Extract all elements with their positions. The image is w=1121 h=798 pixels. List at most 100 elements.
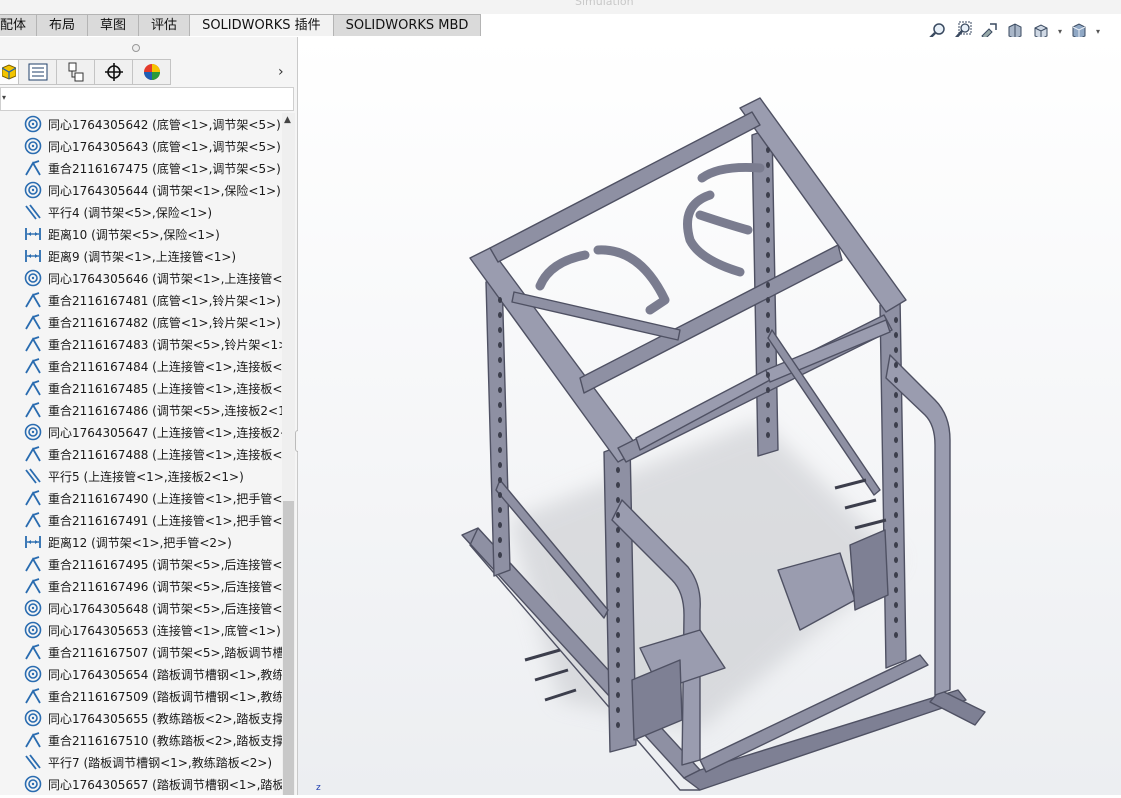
- mate-row[interactable]: 重合2116167496 (调节架<5>,后连接管<1: [0, 575, 282, 597]
- mate-row[interactable]: 平行7 (踏板调节槽钢<1>,教练踏板<2>): [0, 751, 282, 773]
- pin-hole: [498, 357, 502, 363]
- pin-hole: [766, 387, 770, 393]
- pin-hole: [616, 557, 620, 563]
- mate-row[interactable]: 重合2116167484 (上连接管<1>,连接板<1: [0, 355, 282, 377]
- mate-row[interactable]: 同心1764305647 (上连接管<1>,连接板2<: [0, 421, 282, 443]
- coincident-mate-icon: [24, 159, 48, 177]
- pin-hole: [766, 147, 770, 153]
- mate-row[interactable]: 重合2116167482 (底管<1>,铃片架<1>): [0, 311, 282, 333]
- pin-hole: [766, 402, 770, 408]
- mate-row[interactable]: 同心1764305655 (教练踏板<2>,踏板支撑管: [0, 707, 282, 729]
- mate-row[interactable]: 平行5 (上连接管<1>,连接板2<1>): [0, 465, 282, 487]
- coincident-mate-icon: [24, 357, 48, 375]
- pin-hole: [894, 497, 898, 503]
- mate-row[interactable]: 重合2116167491 (上连接管<1>,把手管<2: [0, 509, 282, 531]
- pin-hole: [894, 407, 898, 413]
- pin-hole: [498, 462, 502, 468]
- tree-vertical-scrollbar[interactable]: ▲: [282, 113, 295, 795]
- display-manager-icon[interactable]: [133, 59, 171, 85]
- mate-row[interactable]: 重合2116167510 (教练踏板<2>,踏板支撑管: [0, 729, 282, 751]
- tree-filter-field[interactable]: ▾: [0, 87, 294, 111]
- mate-label: 同心1764305646 (调节架<1>,上连接管<1: [48, 271, 282, 286]
- mate-label: 重合2116167475 (底管<1>,调节架<5>): [48, 161, 281, 176]
- mate-row[interactable]: 同心1764305648 (调节架<5>,后连接管<1: [0, 597, 282, 619]
- panel-expand-arrow-icon[interactable]: ›: [278, 64, 284, 80]
- coincident-mate-icon: [24, 335, 48, 353]
- pin-hole: [498, 417, 502, 423]
- mate-row[interactable]: 重合2116167488 (上连接管<1>,连接板<1: [0, 443, 282, 465]
- mate-row[interactable]: 距离10 (调节架<5>,保险<1>): [0, 223, 282, 245]
- mate-row[interactable]: 同心1764305653 (连接管<1>,底管<1>): [0, 619, 282, 641]
- pin-hole: [616, 482, 620, 488]
- pin-hole: [766, 207, 770, 213]
- mate-row[interactable]: 距离12 (调节架<1>,把手管<2>): [0, 531, 282, 553]
- mate-label: 重合2116167484 (上连接管<1>,连接板<1: [48, 359, 282, 374]
- mate-label: 平行7 (踏板调节槽钢<1>,教练踏板<2>): [48, 755, 273, 770]
- mate-row[interactable]: 重合2116167481 (底管<1>,铃片架<1>): [0, 289, 282, 311]
- mate-row[interactable]: 同心1764305643 (底管<1>,调节架<5>): [0, 135, 282, 157]
- mate-row[interactable]: 同心1764305642 (底管<1>,调节架<5>): [0, 113, 282, 135]
- mate-row[interactable]: 平行4 (调节架<5>,保险<1>): [0, 201, 282, 223]
- pin-hole: [894, 482, 898, 488]
- mate-row[interactable]: 同心1764305644 (调节架<1>,保险<1>): [0, 179, 282, 201]
- pin-hole: [766, 357, 770, 363]
- pin-hole: [766, 342, 770, 348]
- pin-hole: [498, 402, 502, 408]
- mate-label: 距离9 (调节架<1>,上连接管<1>): [48, 249, 237, 264]
- mate-row[interactable]: 重合2116167507 (调节架<5>,踏板调节槽钢: [0, 641, 282, 663]
- feature-manager-icon[interactable]: [0, 59, 19, 85]
- parallel-mate-icon: [24, 467, 48, 485]
- mate-row[interactable]: 同心1764305646 (调节架<1>,上连接管<1: [0, 267, 282, 289]
- panel-grip-icon[interactable]: [132, 44, 140, 52]
- mate-label: 同心1764305643 (底管<1>,调节架<5>): [48, 139, 281, 154]
- mate-row[interactable]: 重合2116167485 (上连接管<1>,连接板<1: [0, 377, 282, 399]
- pin-hole: [616, 587, 620, 593]
- mate-label: 重合2116167482 (底管<1>,铃片架<1>): [48, 315, 281, 330]
- pin-hole: [498, 552, 502, 558]
- tab-evaluate[interactable]: 评估: [138, 14, 191, 36]
- property-manager-icon[interactable]: [19, 59, 57, 85]
- dimxpert-manager-icon[interactable]: [95, 59, 133, 85]
- mate-label: 同心1764305654 (踏板调节槽钢<1>,教练踏: [48, 667, 282, 682]
- pin-hole: [894, 347, 898, 353]
- mate-label: 平行5 (上连接管<1>,连接板2<1>): [48, 469, 244, 484]
- mate-label: 同心1764305647 (上连接管<1>,连接板2<: [48, 425, 282, 440]
- pin-hole: [616, 632, 620, 638]
- pin-hole: [894, 617, 898, 623]
- filter-dropdown-icon[interactable]: ▾: [2, 93, 6, 102]
- mate-row[interactable]: 同心1764305657 (踏板调节槽钢<1>,踏板支: [0, 773, 282, 795]
- mate-row[interactable]: 重合2116167483 (调节架<5>,铃片架<1>): [0, 333, 282, 355]
- pin-hole: [498, 492, 502, 498]
- tab-solidworks-mbd[interactable]: SOLIDWORKS MBD: [332, 14, 482, 36]
- tab-sketch[interactable]: 草图: [87, 14, 140, 36]
- pin-hole: [616, 602, 620, 608]
- tab-assembly[interactable]: 配体: [0, 14, 38, 36]
- mate-row[interactable]: 重合2116167486 (调节架<5>,连接板2<1>: [0, 399, 282, 421]
- tab-layout[interactable]: 布局: [36, 14, 89, 36]
- pin-hole: [616, 467, 620, 473]
- tab-solidworks-addins[interactable]: SOLIDWORKS 插件: [189, 14, 334, 36]
- pin-hole: [766, 222, 770, 228]
- mate-label: 重合2116167483 (调节架<5>,铃片架<1>): [48, 337, 282, 352]
- coincident-mate-icon: [24, 291, 48, 309]
- mate-row[interactable]: 重合2116167475 (底管<1>,调节架<5>): [0, 157, 282, 179]
- graphics-area[interactable]: z: [298, 37, 1121, 795]
- concentric-mate-icon: [24, 137, 48, 155]
- mate-row[interactable]: 同心1764305654 (踏板调节槽钢<1>,教练踏: [0, 663, 282, 685]
- pin-hole: [498, 387, 502, 393]
- scrollbar-thumb[interactable]: [283, 501, 294, 795]
- coincident-mate-icon: [24, 555, 48, 573]
- mate-row[interactable]: 重合2116167495 (调节架<5>,后连接管<1: [0, 553, 282, 575]
- distance-mate-icon: [24, 225, 48, 243]
- concentric-mate-icon: [24, 621, 48, 639]
- pin-hole: [894, 317, 898, 323]
- mate-row[interactable]: 重合2116167509 (踏板调节槽钢<1>,教练踏: [0, 685, 282, 707]
- mate-row[interactable]: 重合2116167490 (上连接管<1>,把手管<2: [0, 487, 282, 509]
- mate-label: 重合2116167509 (踏板调节槽钢<1>,教练踏: [48, 689, 282, 704]
- concentric-mate-icon: [24, 665, 48, 683]
- mate-row[interactable]: 距离9 (调节架<1>,上连接管<1>): [0, 245, 282, 267]
- configuration-manager-icon[interactable]: [57, 59, 95, 85]
- mate-label: 重合2116167495 (调节架<5>,后连接管<1: [48, 557, 282, 572]
- scroll-up-arrow-icon[interactable]: ▲: [284, 115, 291, 125]
- concentric-mate-icon: [24, 599, 48, 617]
